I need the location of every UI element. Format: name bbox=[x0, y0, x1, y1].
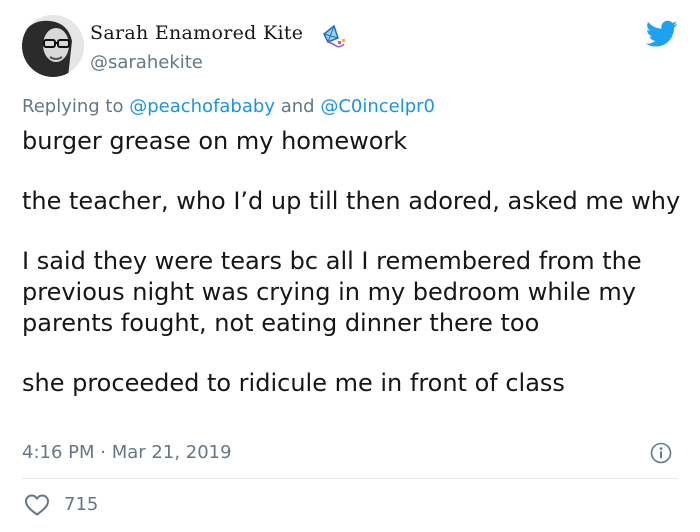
tweet-paragraph: I said they were tears bc all I remember… bbox=[22, 247, 642, 337]
like-count: 715 bbox=[64, 494, 99, 515]
reply-prefix: Replying to bbox=[22, 96, 124, 117]
display-name[interactable]: Sarah Enamored Kite bbox=[90, 22, 303, 44]
divider bbox=[22, 478, 678, 479]
tweet-paragraph: she proceeded to ridicule me in front of… bbox=[22, 369, 565, 397]
avatar[interactable] bbox=[22, 15, 84, 77]
mention-link[interactable]: @peachofababy bbox=[129, 96, 275, 117]
timestamp-separator: · bbox=[100, 442, 106, 463]
twitter-bird-icon[interactable] bbox=[646, 20, 678, 48]
info-icon[interactable] bbox=[650, 442, 672, 464]
reply-context: Replying to @peachofababy and @C0incelpr… bbox=[22, 96, 435, 117]
tweet-paragraph: the teacher, who I’d up till then adored… bbox=[22, 187, 681, 215]
reply-joiner: and bbox=[280, 96, 315, 117]
tweet-timestamp[interactable]: 4:16 PM · Mar 21, 2019 bbox=[22, 442, 232, 463]
author-handle[interactable]: @sarahekite bbox=[90, 52, 203, 73]
tweet-date: Mar 21, 2019 bbox=[111, 442, 232, 463]
tweet-paragraph: burger grease on my homework bbox=[22, 127, 408, 155]
avatar-image bbox=[22, 15, 84, 77]
kite-icon bbox=[323, 24, 345, 48]
mention-link[interactable]: @C0incelpr0 bbox=[320, 96, 435, 117]
heart-icon[interactable] bbox=[24, 493, 50, 517]
tweet-text: burger grease on my homework the teacher… bbox=[22, 126, 682, 399]
tweet-time: 4:16 PM bbox=[22, 442, 95, 463]
